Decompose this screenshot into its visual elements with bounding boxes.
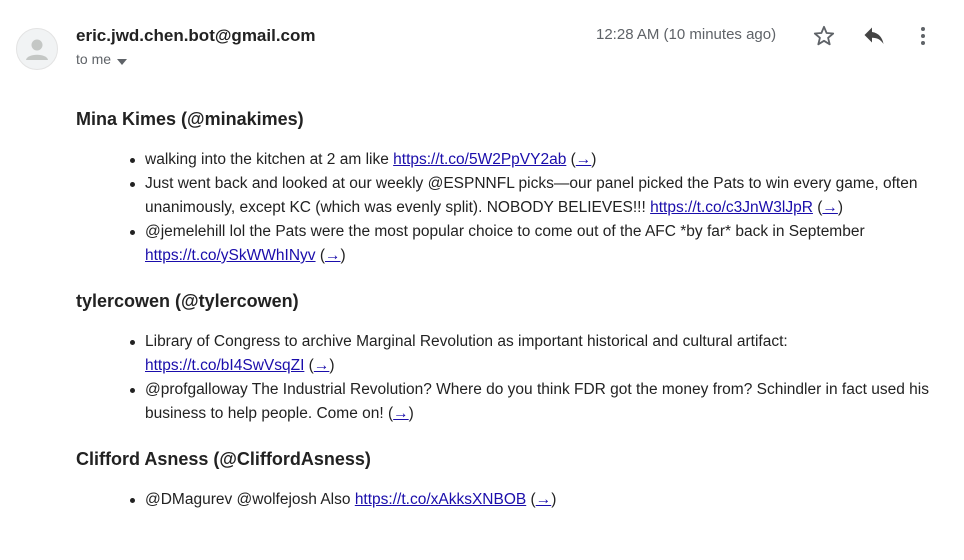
tweet-list: Library of Congress to archive Marginal … bbox=[76, 330, 946, 426]
open-tweet-arrow-link[interactable]: → bbox=[822, 199, 838, 216]
tweet-link[interactable]: https://t.co/bI4SwVsqZI bbox=[145, 357, 304, 374]
caret-down-icon[interactable] bbox=[117, 52, 128, 68]
tweet-list: @DMagurev @wolfejosh Also https://t.co/x… bbox=[76, 488, 946, 512]
tweet-text: @DMagurev @wolfejosh Also bbox=[145, 491, 355, 508]
tweet-list: walking into the kitchen at 2 am like ht… bbox=[76, 148, 946, 268]
tweet-text: @profgalloway The Industrial Revolution?… bbox=[145, 381, 929, 422]
tweet-link[interactable]: https://t.co/5W2PpVY2ab bbox=[393, 151, 566, 168]
section-title: Clifford Asness (@CliffordAsness) bbox=[76, 449, 371, 469]
tweet-section: tylercowen (@tylercowen) Library of Cong… bbox=[76, 286, 946, 426]
tweet-text: Library of Congress to archive Marginal … bbox=[145, 333, 788, 350]
tweet-link[interactable]: https://t.co/c3JnW3lJpR bbox=[650, 199, 813, 216]
list-item: @DMagurev @wolfejosh Also https://t.co/x… bbox=[130, 488, 946, 512]
email-header: eric.jwd.chen.bot@gmail.com to me 12:28 … bbox=[0, 0, 964, 80]
more-options-button[interactable] bbox=[909, 22, 937, 50]
open-tweet-arrow-link[interactable]: → bbox=[393, 405, 409, 422]
list-item: Just went back and looked at our weekly … bbox=[130, 172, 946, 220]
tweet-text: @jemelehill lol the Pats were the most p… bbox=[145, 223, 865, 240]
open-tweet-arrow-link[interactable]: → bbox=[314, 357, 330, 374]
recipient-label: to me bbox=[76, 51, 112, 67]
tweet-text: walking into the kitchen at 2 am like bbox=[145, 151, 394, 168]
person-icon bbox=[26, 39, 48, 60]
tweet-section: Mina Kimes (@minakimes) walking into the… bbox=[76, 104, 946, 268]
email-body: Mina Kimes (@minakimes) walking into the… bbox=[76, 100, 946, 530]
list-item: walking into the kitchen at 2 am like ht… bbox=[130, 148, 946, 172]
recipient-summary[interactable]: to me bbox=[76, 51, 128, 68]
tweet-section: Clifford Asness (@CliffordAsness) @DMagu… bbox=[76, 444, 946, 512]
section-title: tylercowen (@tylercowen) bbox=[76, 291, 299, 311]
tweet-link[interactable]: https://t.co/xAkksXNBOB bbox=[355, 491, 526, 508]
more-vert-icon bbox=[921, 27, 925, 45]
timestamp: 12:28 AM (10 minutes ago) bbox=[596, 26, 777, 43]
section-title: Mina Kimes (@minakimes) bbox=[76, 109, 304, 129]
open-tweet-arrow-link[interactable]: → bbox=[576, 151, 592, 168]
list-item: Library of Congress to archive Marginal … bbox=[130, 330, 946, 378]
open-tweet-arrow-link[interactable]: → bbox=[536, 491, 552, 508]
star-icon bbox=[813, 25, 835, 46]
avatar[interactable] bbox=[16, 28, 58, 70]
open-tweet-arrow-link[interactable]: → bbox=[325, 247, 341, 264]
star-button[interactable] bbox=[810, 22, 838, 50]
sender-email: eric.jwd.chen.bot@gmail.com bbox=[76, 26, 316, 45]
tweet-link[interactable]: https://t.co/ySkWWhINyv bbox=[145, 247, 316, 264]
list-item: @profgalloway The Industrial Revolution?… bbox=[130, 378, 946, 426]
list-item: @jemelehill lol the Pats were the most p… bbox=[130, 220, 946, 268]
reply-button[interactable] bbox=[860, 22, 888, 50]
reply-icon bbox=[864, 27, 884, 44]
